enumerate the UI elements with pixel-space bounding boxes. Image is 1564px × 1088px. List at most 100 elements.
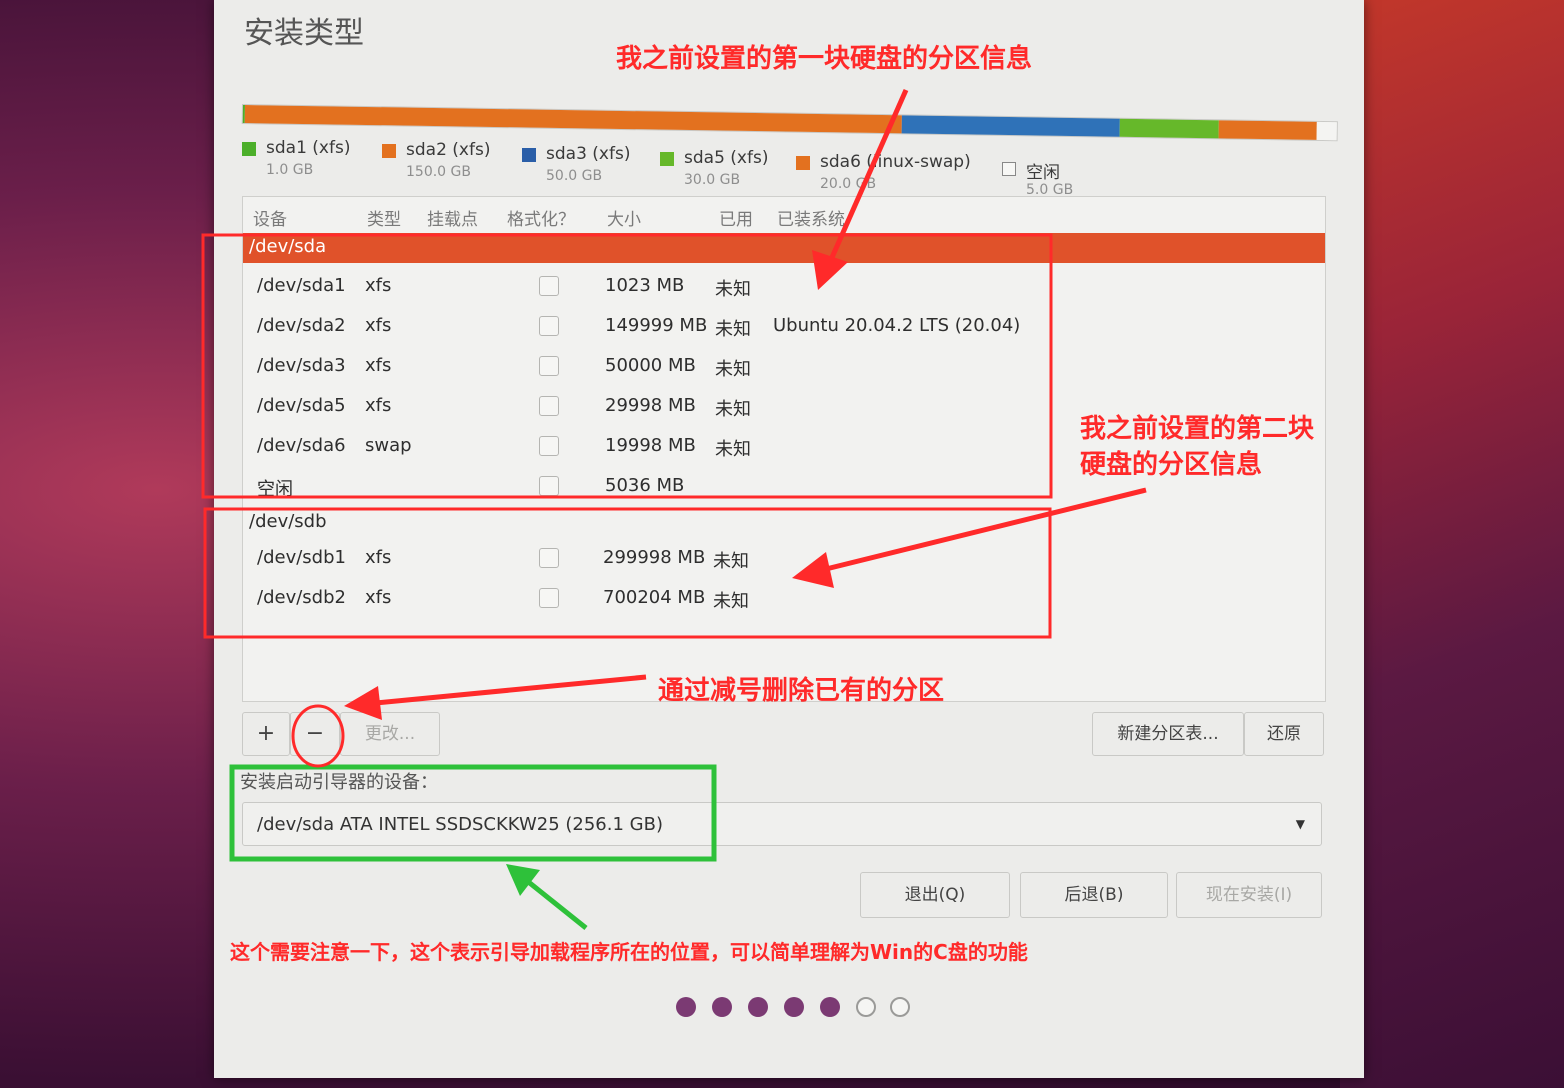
dropdown-arrow-icon: ▼ (1295, 817, 1305, 831)
format-checkbox[interactable] (539, 476, 559, 496)
revert-button[interactable]: 还原 (1244, 712, 1324, 756)
row-device: /dev/sda6 (257, 435, 346, 456)
progress-dots (676, 997, 926, 1021)
legend-name: sda2 (xfs) (406, 140, 491, 160)
column-size[interactable]: 大小 (607, 205, 641, 230)
column-system[interactable]: 已装系统 (777, 205, 845, 230)
row-device: 空闲 (257, 479, 293, 500)
table-row[interactable]: /dev/sda1 xfs 1023 MB 未知 (243, 267, 1325, 305)
legend-swatch (796, 156, 810, 170)
legend-name: sda1 (xfs) (266, 138, 351, 158)
annotation-disk2-line1: 我之前设置的第二块 (1080, 414, 1315, 444)
table-row-disk-sdb[interactable]: /dev/sdb (243, 503, 1325, 541)
row-used: 未知 (715, 439, 751, 460)
progress-dot-filled (784, 997, 804, 1017)
row-size: 29998 MB (605, 395, 696, 416)
row-size: 299998 MB (603, 547, 706, 568)
column-type[interactable]: 类型 (367, 205, 401, 230)
row-used: 未知 (713, 591, 749, 612)
annotation-disk1-text: 我之前设置的第一块硬盘的分区信息 (616, 44, 1033, 74)
row-type: xfs (365, 315, 392, 336)
remove-partition-button[interactable]: − (290, 712, 340, 756)
row-size: 5036 MB (605, 475, 685, 496)
legend-name: sda5 (xfs) (684, 148, 769, 168)
row-size: 149999 MB (605, 315, 708, 336)
table-row[interactable]: /dev/sdb1 xfs 299998 MB 未知 (243, 539, 1325, 577)
progress-dot-empty (856, 997, 876, 1017)
annotation-minus-text: 通过减号删除已有的分区 (658, 676, 945, 706)
row-used: 未知 (715, 399, 751, 420)
installer-window: 安装类型 sda1 (xfs) 1.0 GB sda2 (xfs) 150.0 … (214, 0, 1364, 1078)
disk-bar-sda3 (901, 115, 1121, 137)
row-device: /dev/sda (249, 236, 327, 257)
install-now-button[interactable]: 现在安装(I) (1176, 872, 1322, 918)
legend-name: sda6 (linux-swap) (820, 152, 971, 172)
table-row-disk-sda[interactable]: /dev/sda (243, 233, 1325, 263)
legend-swatch (1002, 162, 1016, 176)
legend-size: 20.0 GB (820, 176, 877, 192)
format-checkbox[interactable] (539, 396, 559, 416)
row-system: Ubuntu 20.04.2 LTS (20.04) (773, 315, 1021, 336)
bootloader-device-select[interactable]: /dev/sda ATA INTEL SSDSCKKW25 (256.1 GB)… (242, 802, 1322, 846)
row-device: /dev/sda1 (257, 275, 346, 296)
column-mount[interactable]: 挂载点 (427, 205, 478, 230)
legend-size: 1.0 GB (266, 162, 314, 178)
progress-dot-filled (676, 997, 696, 1017)
legend-size: 30.0 GB (684, 172, 741, 188)
row-device: /dev/sda3 (257, 355, 346, 376)
table-row[interactable]: /dev/sda3 xfs 50000 MB 未知 (243, 347, 1325, 385)
row-used: 未知 (715, 359, 751, 380)
back-button[interactable]: 后退(B) (1020, 872, 1168, 918)
disk-legend: sda1 (xfs) 1.0 GB sda2 (xfs) 150.0 GB sd… (242, 138, 1342, 198)
row-used: 未知 (715, 319, 751, 340)
add-partition-button[interactable]: + (242, 712, 290, 756)
legend-size: 150.0 GB (406, 164, 471, 180)
column-used[interactable]: 已用 (719, 205, 753, 230)
row-device: /dev/sda5 (257, 395, 346, 416)
page-title: 安装类型 (244, 16, 364, 51)
row-type: xfs (365, 587, 392, 608)
row-size: 50000 MB (605, 355, 696, 376)
annotation-disk2-line2: 硬盘的分区信息 (1080, 450, 1263, 480)
disk-bar-sda5 (1119, 118, 1219, 139)
bootloader-device-value: /dev/sda ATA INTEL SSDSCKKW25 (256.1 GB) (257, 814, 663, 835)
row-size: 700204 MB (603, 587, 706, 608)
legend-swatch (522, 148, 536, 162)
annotation-boot-text: 这个需要注意一下，这个表示引导加载程序所在的位置，可以简单理解为Win的C盘的功… (230, 940, 1028, 964)
format-checkbox[interactable] (539, 588, 559, 608)
column-device[interactable]: 设备 (253, 205, 287, 230)
row-type: swap (365, 435, 412, 456)
disk-bar-sda2 (244, 105, 902, 134)
legend-swatch (382, 144, 396, 158)
legend-name: sda3 (xfs) (546, 144, 631, 164)
format-checkbox[interactable] (539, 356, 559, 376)
row-used: 未知 (715, 279, 751, 300)
legend-size: 50.0 GB (546, 168, 603, 184)
row-device: /dev/sdb2 (257, 587, 346, 608)
row-size: 1023 MB (605, 275, 685, 296)
legend-swatch (660, 152, 674, 166)
format-checkbox[interactable] (539, 316, 559, 336)
row-device: /dev/sda2 (257, 315, 346, 336)
progress-dot-filled (748, 997, 768, 1017)
desktop-background (1340, 0, 1564, 1088)
disk-bar-sda6 (1218, 120, 1318, 140)
legend-swatch (242, 142, 256, 156)
new-partition-table-button[interactable]: 新建分区表... (1092, 712, 1244, 756)
legend-name: 空闲 (1026, 163, 1060, 183)
row-type: xfs (365, 275, 392, 296)
table-row[interactable]: /dev/sda2 xfs 149999 MB 未知 Ubuntu 20.04.… (243, 307, 1325, 345)
progress-dot-filled (820, 997, 840, 1017)
row-type: xfs (365, 355, 392, 376)
row-type: xfs (365, 395, 392, 416)
row-device: /dev/sdb1 (257, 547, 346, 568)
progress-dot-empty (890, 997, 910, 1017)
format-checkbox[interactable] (539, 276, 559, 296)
format-checkbox[interactable] (539, 548, 559, 568)
format-checkbox[interactable] (539, 436, 559, 456)
table-row[interactable]: /dev/sdb2 xfs 700204 MB 未知 (243, 579, 1325, 617)
quit-button[interactable]: 退出(Q) (860, 872, 1010, 918)
progress-dot-filled (712, 997, 732, 1017)
column-format[interactable]: 格式化？ (507, 205, 575, 230)
change-partition-button[interactable]: 更改... (340, 712, 440, 756)
